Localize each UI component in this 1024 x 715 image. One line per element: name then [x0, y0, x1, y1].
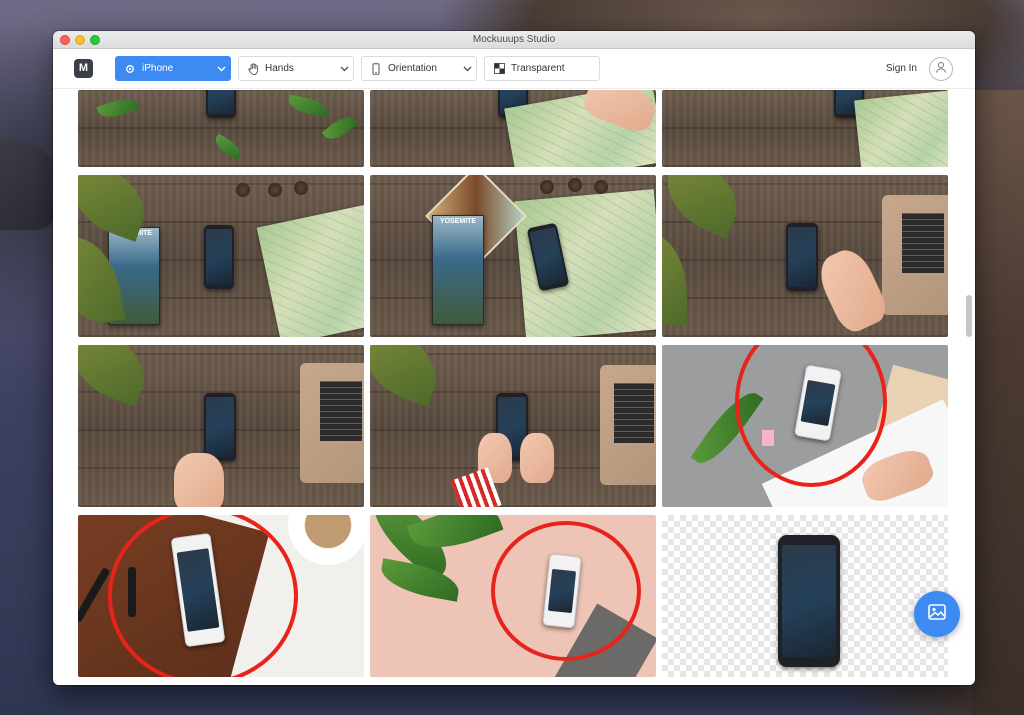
mockup-thumbnail[interactable]: [662, 515, 948, 677]
upload-image-button[interactable]: [914, 591, 960, 637]
wallpaper-rock: [0, 140, 56, 230]
mockup-thumbnail[interactable]: [78, 515, 364, 677]
user-icon: [934, 60, 948, 79]
plant-leaf: [286, 94, 330, 118]
plant-leaf: [662, 175, 751, 240]
checkerboard-icon: [493, 63, 505, 75]
pinecone-prop: [540, 180, 554, 194]
mockup-thumbnail[interactable]: [78, 345, 364, 507]
phone-mockup: [204, 225, 234, 289]
phone-portrait-icon: [370, 62, 382, 75]
window-title: Mockuuups Studio: [472, 34, 556, 45]
chevron-down-icon: [335, 57, 353, 80]
device-dropdown[interactable]: iPhone: [115, 56, 231, 81]
mockup-thumbnail[interactable]: [78, 90, 364, 167]
image-icon: [928, 603, 946, 625]
mockup-thumbnail[interactable]: YOSEMITE: [370, 175, 656, 337]
laptop-prop: [882, 195, 948, 315]
mockup-thumbnail[interactable]: [662, 345, 948, 507]
highlight-circle: [491, 521, 641, 661]
background-dropdown[interactable]: Transparent: [484, 56, 600, 81]
map-prop: [854, 90, 948, 167]
mockup-thumbnail[interactable]: [370, 515, 656, 677]
hand-prop: [520, 433, 554, 483]
mockup-thumbnail[interactable]: YOSEMITE: [78, 175, 364, 337]
laptop-prop: [300, 363, 364, 483]
mug-prop: [288, 515, 364, 565]
device-dropdown-label: iPhone: [142, 63, 174, 74]
map-prop: [256, 204, 364, 337]
plant-leaf: [211, 133, 245, 161]
background-dropdown-label: Transparent: [511, 63, 565, 74]
iphone-gear-icon: [124, 63, 136, 75]
mockup-thumbnail[interactable]: [370, 345, 656, 507]
app-logo[interactable]: M: [74, 59, 93, 78]
plant-leaf: [78, 345, 156, 407]
chevron-down-icon: [458, 57, 476, 80]
phone-mockup: [204, 393, 236, 461]
pinecone-prop: [236, 183, 250, 197]
plant-leaf: [662, 235, 687, 325]
phone-mockup: [786, 223, 818, 291]
hand-prop: [174, 453, 224, 507]
chevron-down-icon: [212, 57, 230, 80]
laptop-prop: [600, 365, 656, 485]
pinecone-prop: [268, 183, 282, 197]
hands-dropdown[interactable]: Hands: [238, 56, 354, 81]
hands-dropdown-label: Hands: [265, 63, 294, 74]
plant-leaf: [370, 345, 448, 407]
plant-leaf: [378, 558, 462, 602]
plant-leaf: [321, 110, 359, 146]
mockup-gallery[interactable]: YOSEMITE YOSEMITE: [53, 90, 975, 685]
wallpaper-cliff: [972, 90, 1024, 715]
sign-in-link[interactable]: Sign In: [886, 63, 917, 74]
app-window: Mockuuups Studio M iPhone Hands Orientat…: [53, 31, 975, 685]
pinecone-prop: [294, 181, 308, 195]
mockup-thumbnail[interactable]: [370, 90, 656, 167]
book-prop: YOSEMITE: [432, 215, 484, 325]
title-bar[interactable]: Mockuuups Studio: [53, 31, 975, 49]
pinecone-prop: [594, 180, 608, 194]
highlight-circle: [108, 515, 298, 677]
toolbar: M iPhone Hands Orientation Transparent S…: [53, 49, 975, 89]
hand-icon: [247, 62, 259, 75]
phone-mockup: [778, 535, 840, 667]
orientation-dropdown-label: Orientation: [388, 63, 437, 74]
plant-leaf: [96, 93, 140, 123]
orientation-dropdown[interactable]: Orientation: [361, 56, 477, 81]
vertical-scrollbar[interactable]: [966, 295, 972, 337]
mockup-thumbnail[interactable]: [662, 90, 948, 167]
hand-prop: [812, 243, 892, 337]
user-avatar-button[interactable]: [929, 57, 953, 81]
pinecone-prop: [568, 178, 582, 192]
mockup-thumbnail[interactable]: [662, 175, 948, 337]
phone-mockup: [206, 90, 236, 118]
